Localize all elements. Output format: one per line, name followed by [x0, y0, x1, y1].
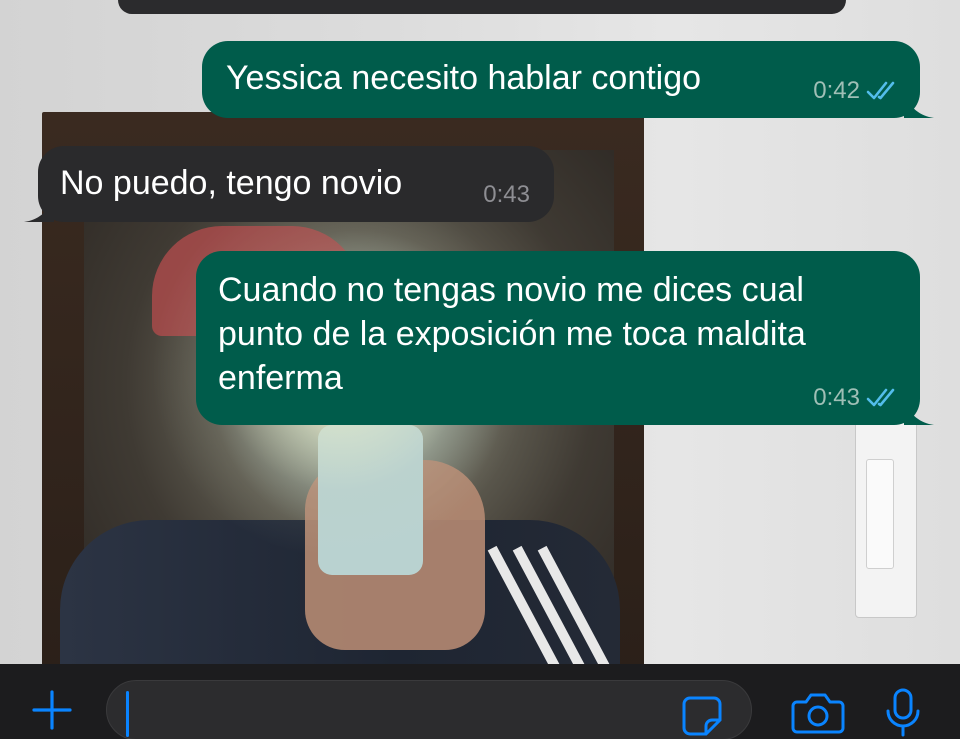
message-bubble-incoming[interactable]: No puedo, tengo novio 0:43: [24, 146, 554, 222]
double-check-icon: [866, 387, 900, 409]
bubble-tail: [904, 401, 934, 425]
wallpaper-light-switch-toggle: [866, 459, 894, 569]
plus-icon: [32, 690, 72, 730]
message-text: Yessica necesito hablar contigo: [226, 59, 702, 97]
message-input[interactable]: [137, 689, 677, 733]
message-input-bar: [0, 664, 960, 739]
double-check-icon: [866, 80, 900, 102]
message-bubble-outgoing[interactable]: Yessica necesito hablar contigo 0:42: [202, 41, 934, 118]
message-time: 0:43: [483, 181, 530, 208]
camera-button[interactable]: [790, 688, 846, 738]
message-bubble-outgoing[interactable]: Cuando no tengas novio me dices cual pun…: [196, 251, 934, 425]
sticker-icon: [682, 696, 722, 736]
bubble-tail: [24, 198, 54, 222]
sticker-button[interactable]: [680, 694, 724, 738]
text-cursor: [126, 691, 129, 737]
message-time: 0:42: [813, 77, 860, 104]
attach-button[interactable]: [24, 682, 80, 738]
message-meta: 0:42: [813, 78, 900, 104]
message-compose-field[interactable]: [106, 680, 752, 739]
message-text: Cuando no tengas novio me dices cual pun…: [218, 271, 806, 397]
bubble-tail: [904, 94, 934, 118]
microphone-icon: [886, 688, 920, 737]
wallpaper-light-switch: [855, 420, 917, 618]
message-meta: 0:43: [813, 385, 900, 411]
camera-icon: [791, 693, 845, 734]
message-text: No puedo, tengo novio: [60, 164, 403, 202]
message-meta: 0:43: [483, 182, 530, 208]
microphone-button[interactable]: [878, 686, 928, 739]
message-time: 0:43: [813, 384, 860, 411]
top-bar-remnant: [118, 0, 846, 14]
